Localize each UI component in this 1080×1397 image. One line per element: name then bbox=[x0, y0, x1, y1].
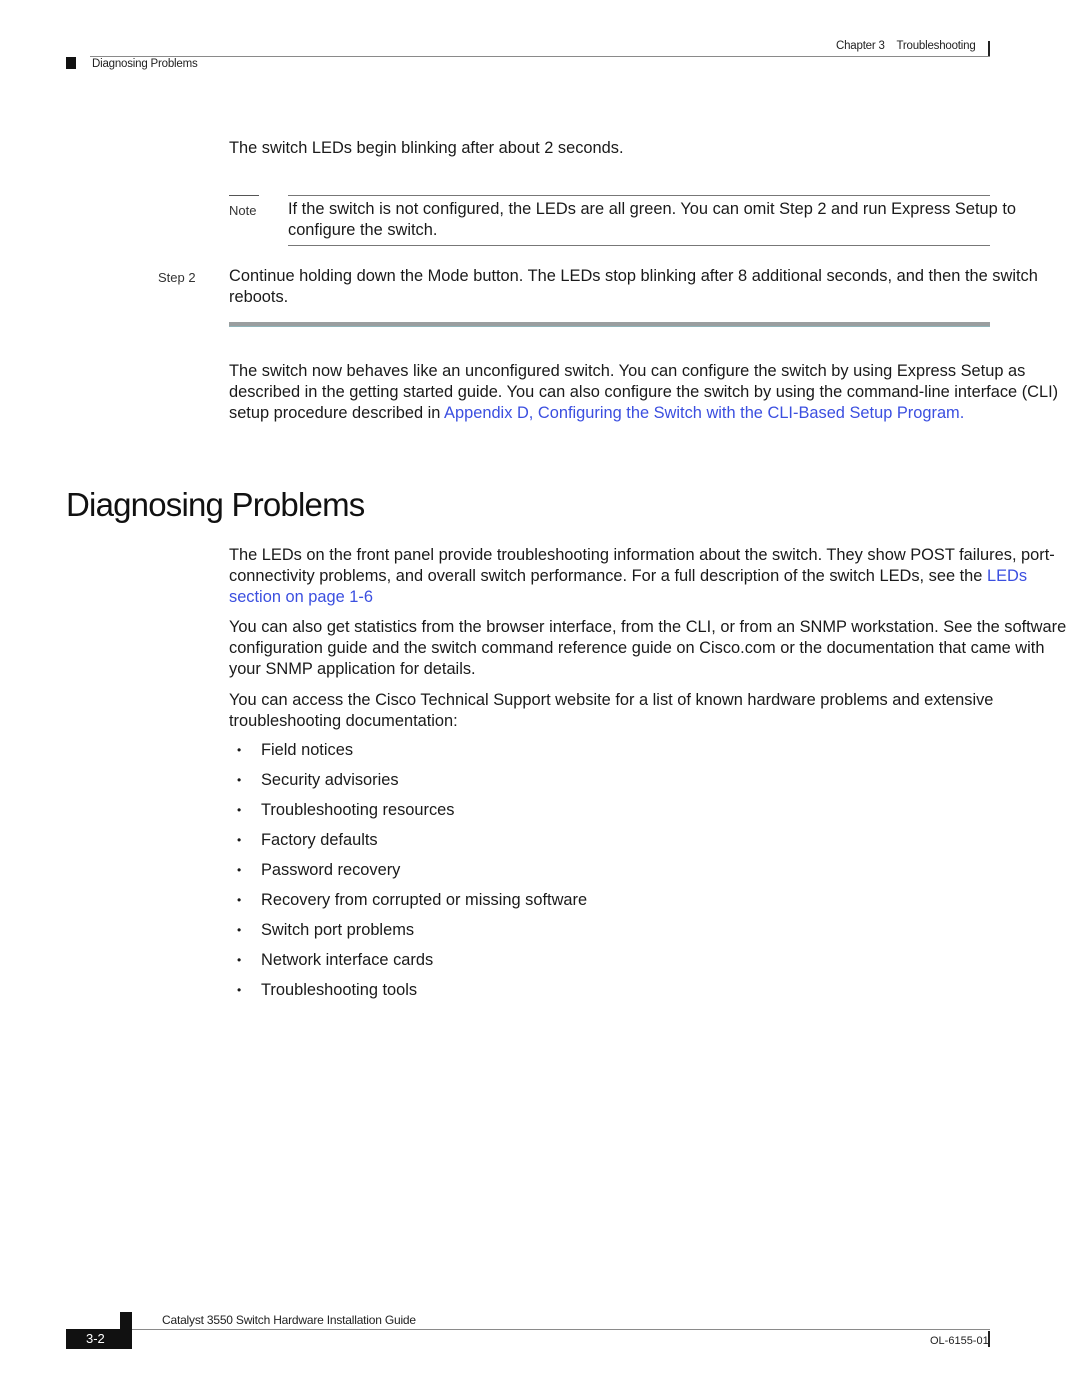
bullet-icon: • bbox=[237, 743, 242, 757]
note-label: Note bbox=[229, 203, 257, 218]
note-rule-short bbox=[229, 195, 259, 196]
list-item: • Factory defaults bbox=[229, 830, 587, 860]
document-number: OL-6155-01 bbox=[930, 1335, 989, 1347]
list-item-label: Troubleshooting resources bbox=[261, 801, 455, 819]
list-item: • Troubleshooting tools bbox=[229, 980, 587, 1010]
bullet-icon: • bbox=[237, 803, 242, 817]
running-header-section: Diagnosing Problems bbox=[92, 58, 198, 70]
list-item-label: Network interface cards bbox=[261, 951, 434, 969]
footer-guide-title: Catalyst 3550 Switch Hardware Installati… bbox=[162, 1313, 416, 1327]
procedure-end-rule bbox=[229, 322, 990, 327]
step-text: Continue holding down the Mode button. T… bbox=[229, 267, 1038, 306]
header-square-marker bbox=[66, 57, 76, 69]
header-bar-marker bbox=[988, 41, 990, 57]
list-item: • Security advisories bbox=[229, 770, 587, 800]
appendix-d-link[interactable]: Appendix D, Configuring the Switch with … bbox=[444, 404, 964, 422]
footer-square-marker bbox=[120, 1312, 132, 1329]
header-rule bbox=[90, 56, 990, 57]
list-item-label: Recovery from corrupted or missing softw… bbox=[261, 891, 588, 909]
bullet-icon: • bbox=[237, 773, 242, 787]
list-item-label: Security advisories bbox=[261, 771, 399, 789]
list-item: • Network interface cards bbox=[229, 950, 587, 980]
bullet-icon: • bbox=[237, 983, 242, 997]
list-item: • Troubleshooting resources bbox=[229, 800, 587, 830]
list-item-label: Factory defaults bbox=[261, 831, 378, 849]
bullet-icon: • bbox=[237, 893, 242, 907]
post-procedure-paragraph: The switch now behaves like an unconfigu… bbox=[229, 361, 1069, 424]
page-number: 3-2 bbox=[66, 1329, 132, 1349]
running-header-chapter: Chapter 3 Troubleshooting bbox=[836, 40, 976, 52]
list-item: • Field notices bbox=[229, 740, 587, 770]
chapter-number: Chapter 3 bbox=[836, 40, 885, 52]
step-label: Step 2 bbox=[158, 270, 196, 285]
bullet-icon: • bbox=[237, 923, 242, 937]
support-topics-list: • Field notices • Security advisories • Tro… bbox=[229, 740, 587, 1010]
section-heading: Diagnosing Problems bbox=[66, 486, 365, 523]
list-item-label: Password recovery bbox=[261, 861, 401, 879]
statistics-paragraph: You can also get statistics from the bro… bbox=[229, 618, 1067, 678]
list-item: • Recovery from corrupted or missing soft… bbox=[229, 890, 587, 920]
bullet-icon: • bbox=[237, 833, 242, 847]
note-text: If the switch is not configured, the LED… bbox=[288, 200, 1016, 239]
bullet-icon: • bbox=[237, 953, 242, 967]
intro-text: The switch LEDs begin blinking after abo… bbox=[229, 139, 624, 157]
note-rule-bottom bbox=[288, 245, 990, 246]
chapter-title: Troubleshooting bbox=[896, 40, 976, 52]
list-item-label: Switch port problems bbox=[261, 921, 415, 939]
list-item-label: Field notices bbox=[261, 741, 354, 759]
list-item-label: Troubleshooting tools bbox=[261, 981, 418, 999]
footer-bar-marker bbox=[988, 1331, 990, 1347]
support-paragraph: You can access the Cisco Technical Suppo… bbox=[229, 691, 994, 730]
list-item: • Password recovery bbox=[229, 860, 587, 890]
leds-paragraph-text: The LEDs on the front panel provide trou… bbox=[229, 546, 1055, 585]
footer-rule bbox=[132, 1329, 990, 1330]
list-item: • Switch port problems bbox=[229, 920, 587, 950]
leds-paragraph: The LEDs on the front panel provide trou… bbox=[229, 545, 1069, 608]
note-rule-top bbox=[288, 195, 990, 196]
bullet-icon: • bbox=[237, 863, 242, 877]
